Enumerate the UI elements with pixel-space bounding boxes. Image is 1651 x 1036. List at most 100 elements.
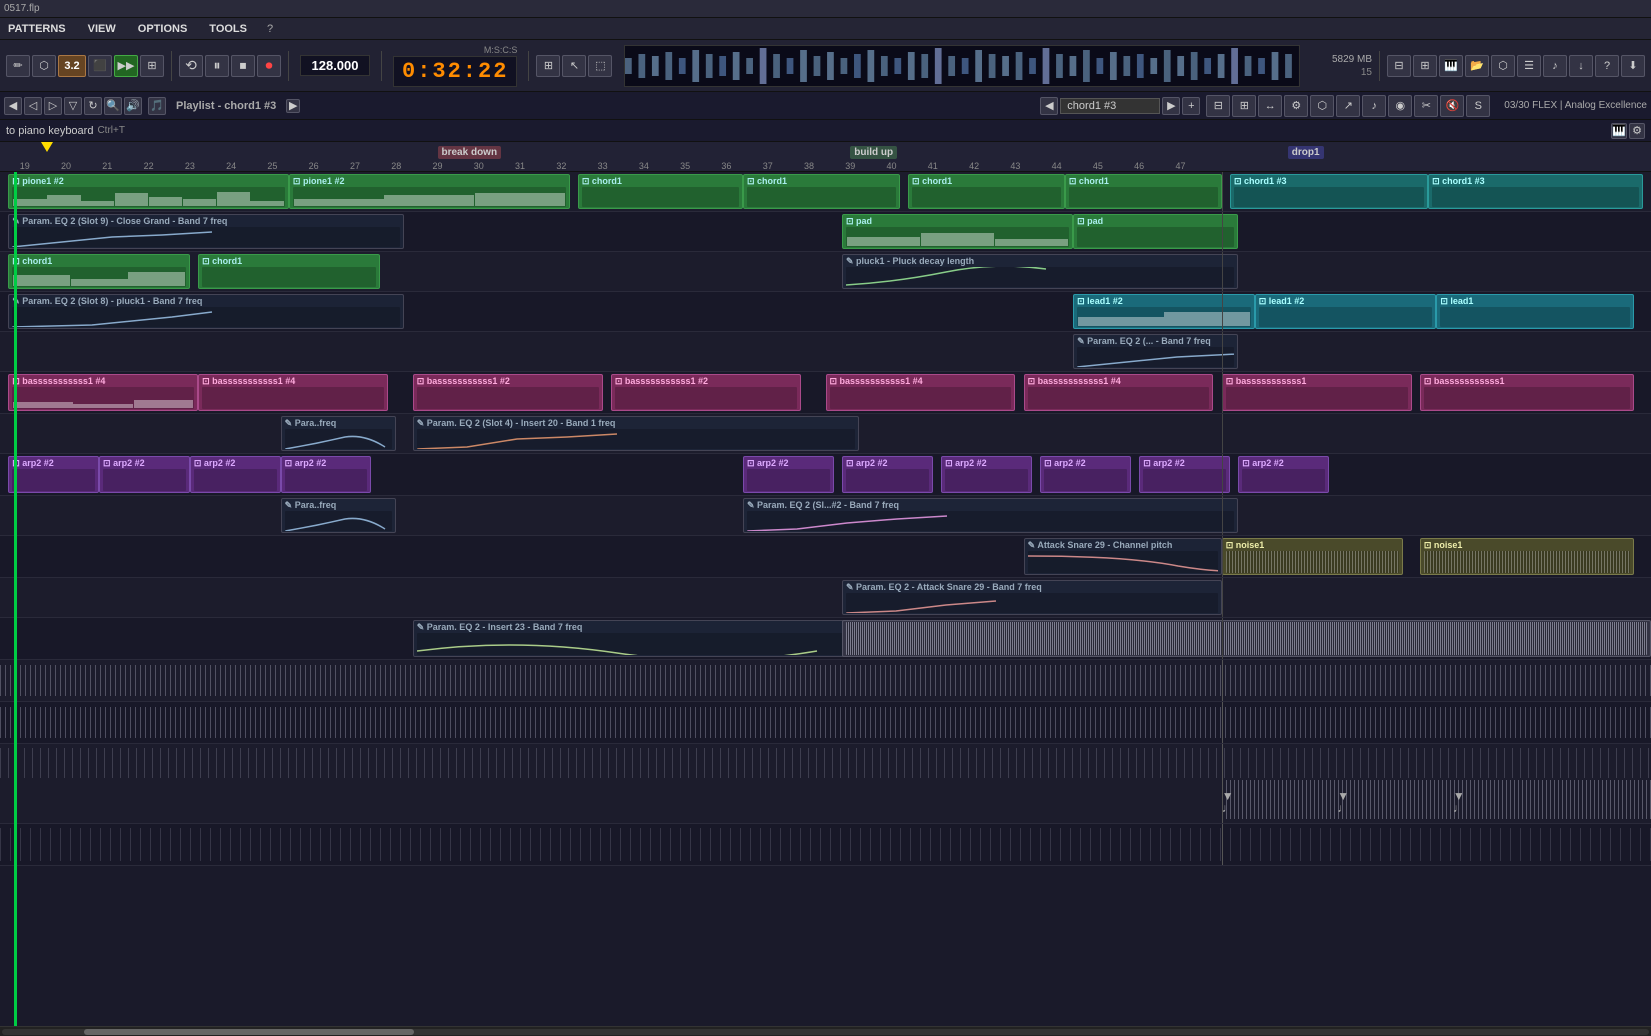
clip-pione1-2[interactable]: ⊡ pione1 #2 (289, 174, 570, 209)
ch-fx[interactable]: ⬡ (1310, 95, 1334, 117)
clip-chord1-3[interactable]: ⊡ chord1 (908, 174, 1065, 209)
piano-settings[interactable]: ⚙ (1629, 123, 1645, 139)
ch-env[interactable]: ↗ (1336, 95, 1360, 117)
cursor-btn[interactable]: ↖ (562, 55, 586, 77)
piano-roll-btn[interactable]: 🎹 (1439, 55, 1463, 77)
bpm-display[interactable]: 128.000 (300, 55, 370, 76)
clip-chord1-1[interactable]: ⊡ chord1 (578, 174, 743, 209)
menu-patterns[interactable]: PATTERNS (4, 21, 70, 37)
ch-solo[interactable]: S (1466, 95, 1490, 117)
clip-eq-snare-auto[interactable]: ✎ Param. EQ 2 - Attack Snare 29 - Band 7… (842, 580, 1222, 615)
tracks-area[interactable]: ⊡ pione1 #2 ⊡ pione1 #2 (0, 172, 1651, 1026)
stamp-tool[interactable]: ⬡ (32, 55, 56, 77)
nav-fwd[interactable]: ▷ (44, 97, 62, 115)
menu-tools[interactable]: TOOLS (205, 21, 251, 37)
snap-btn[interactable]: ⊞ (536, 55, 560, 77)
clip-arp2-3[interactable]: ⊡ arp2 #2 (190, 456, 281, 493)
draw-tool[interactable]: ✏ (6, 55, 30, 77)
clip-chord1-2[interactable]: ⊡ chord1 (743, 174, 900, 209)
clip-bass-8[interactable]: ⊡ basssssssssss1 (1420, 374, 1635, 411)
export-btn[interactable]: ↓ (1569, 55, 1593, 77)
piano-icon[interactable]: 🎵 (148, 97, 166, 115)
clip-bass-6[interactable]: ⊡ basssssssssss1 #4 (1024, 374, 1214, 411)
clip-eq-arp-auto[interactable]: ✎ Param. EQ 2 (Sl...#2 - Band 7 freq (743, 498, 1238, 533)
browser-btn[interactable]: 📂 (1465, 55, 1489, 77)
clip-bass-7[interactable]: ⊡ basssssssssss1 (1222, 374, 1412, 411)
clip-lead1-1[interactable]: ⊡ lead1 #2 (1073, 294, 1255, 329)
clip-pione1-1[interactable]: ⊡ pione1 #2 (8, 174, 289, 209)
help-btn[interactable]: ? (1595, 55, 1619, 77)
playlist-expand[interactable]: ▶ (286, 99, 300, 113)
clip-chord1-3b[interactable]: ⊡ chord1 #3 (1428, 174, 1643, 209)
plugin-dl-btn[interactable]: ⬇ (1621, 55, 1645, 77)
zoom-btn[interactable]: 🔍 (104, 97, 122, 115)
channel-rack-btn[interactable]: ⊞ (1413, 55, 1437, 77)
clip-arp2-4[interactable]: ⊡ arp2 #2 (281, 456, 372, 493)
clip-chord1-3a[interactable]: ⊡ chord1 #3 (1230, 174, 1428, 209)
clip-pad-1[interactable]: ⊡ pad (842, 214, 1073, 249)
clip-arp2-9[interactable]: ⊡ arp2 #2 (1139, 456, 1230, 493)
clip-chord1-green-2[interactable]: ⊡ chord1 (198, 254, 380, 289)
timeline-ruler[interactable]: break down build up drop1 19 20 21 22 23… (0, 142, 1651, 172)
loop-btn[interactable]: ↻ (84, 97, 102, 115)
midi-btn[interactable]: ♪ (1543, 55, 1567, 77)
ch-cut[interactable]: ✂ (1414, 95, 1438, 117)
clip-arp2-8[interactable]: ⊡ arp2 #2 (1040, 456, 1131, 493)
ch-mute[interactable]: 🔇 (1440, 95, 1464, 117)
clip-para-freq-2[interactable]: ✎ Para..freq (281, 498, 397, 533)
clip-snare-auto[interactable]: ✎ Attack Snare 29 - Channel pitch (1024, 538, 1222, 575)
plugin-btn[interactable]: ⬛ (88, 55, 112, 77)
stop-btn[interactable]: ⏹ (231, 55, 255, 77)
clip-arp2-2[interactable]: ⊡ arp2 #2 (99, 456, 190, 493)
horizontal-scrollbar[interactable] (0, 1026, 1651, 1036)
clip-lead1-3[interactable]: ⊡ lead1 (1436, 294, 1634, 329)
clip-bass-5[interactable]: ⊡ basssssssssss1 #4 (826, 374, 1016, 411)
clip-chord1-4[interactable]: ⊡ chord1 (1065, 174, 1222, 209)
clip-pad-2[interactable]: ⊡ pad (1073, 214, 1238, 249)
rewind-btn[interactable]: ⟲ (179, 55, 203, 77)
forward-btn[interactable]: ▶▶ (114, 55, 138, 77)
clip-bass-1[interactable]: ⊡ basssssssssss1 #4 (8, 374, 198, 411)
clip-noise1-1[interactable]: ⊡ noise1 (1222, 538, 1404, 575)
clip-pluck-auto[interactable]: ✎ pluck1 - Pluck decay length (842, 254, 1238, 289)
channel-add[interactable]: + (1182, 97, 1200, 115)
vol-btn[interactable]: 🔊 (124, 97, 142, 115)
select-btn[interactable]: ⬚ (588, 55, 612, 77)
clip-eq9-auto[interactable]: ✎ Param. EQ 2 (Slot 9) - Close Grand - B… (8, 214, 404, 249)
ch-midi[interactable]: ♪ (1362, 95, 1386, 117)
channel-prev[interactable]: ◀ (1040, 97, 1058, 115)
clip-audio-long[interactable] (842, 620, 1651, 657)
ch-pattern[interactable]: ◉ (1388, 95, 1412, 117)
mixer-btn[interactable]: ⊟ (1387, 55, 1411, 77)
pause-btn[interactable]: ⏸ (205, 55, 229, 77)
clip-bass-3[interactable]: ⊡ basssssssssss1 #2 (413, 374, 603, 411)
channel-next[interactable]: ▶ (1162, 97, 1180, 115)
ch-mixer[interactable]: ⊟ (1206, 95, 1230, 117)
mixer-icon-btn[interactable]: ⊞ (140, 55, 164, 77)
clip-arp2-7[interactable]: ⊡ arp2 #2 (941, 456, 1032, 493)
nav-down[interactable]: ▽ (64, 97, 82, 115)
pattern-display[interactable]: 3.2 (58, 55, 86, 77)
clip-arp2-1[interactable]: ⊡ arp2 #2 (8, 456, 99, 493)
clip-eq-lead-auto[interactable]: ✎ Param. EQ 2 (... - Band 7 freq (1073, 334, 1238, 369)
channel-name[interactable]: chord1 #3 (1060, 98, 1160, 114)
menu-options[interactable]: OPTIONS (134, 21, 192, 37)
record-btn[interactable]: ⏺ (257, 55, 281, 77)
clip-eq8-auto[interactable]: ✎ Param. EQ 2 (Slot 8) - pluck1 - Band 7… (8, 294, 404, 329)
clip-arp2-10[interactable]: ⊡ arp2 #2 (1238, 456, 1329, 493)
clip-chord1-green-1[interactable]: ⊡ chord1 (8, 254, 190, 289)
clip-noise1-2[interactable]: ⊡ noise1 (1420, 538, 1635, 575)
clip-arp2-5[interactable]: ⊡ arp2 #2 (743, 456, 834, 493)
menu-help[interactable]: ? (267, 23, 273, 35)
clip-eq-bass-auto[interactable]: ✎ Param. EQ 2 (Slot 4) - Insert 20 - Ban… (413, 416, 859, 451)
clip-bass-2[interactable]: ⊡ basssssssssss1 #4 (198, 374, 388, 411)
clip-arp2-6[interactable]: ⊡ arp2 #2 (842, 456, 933, 493)
clip-lead1-2[interactable]: ⊡ lead1 #2 (1255, 294, 1437, 329)
clip-bass-4[interactable]: ⊡ basssssssssss1 #2 (611, 374, 801, 411)
clip-para-freq-1[interactable]: ✎ Para..freq (281, 416, 397, 451)
menu-view[interactable]: VIEW (84, 21, 120, 37)
fx-chain-btn[interactable]: ⬡ (1491, 55, 1515, 77)
ch-rack[interactable]: ⊞ (1232, 95, 1256, 117)
collapse-btn[interactable]: ◀ (4, 97, 22, 115)
nav-back[interactable]: ◁ (24, 97, 42, 115)
